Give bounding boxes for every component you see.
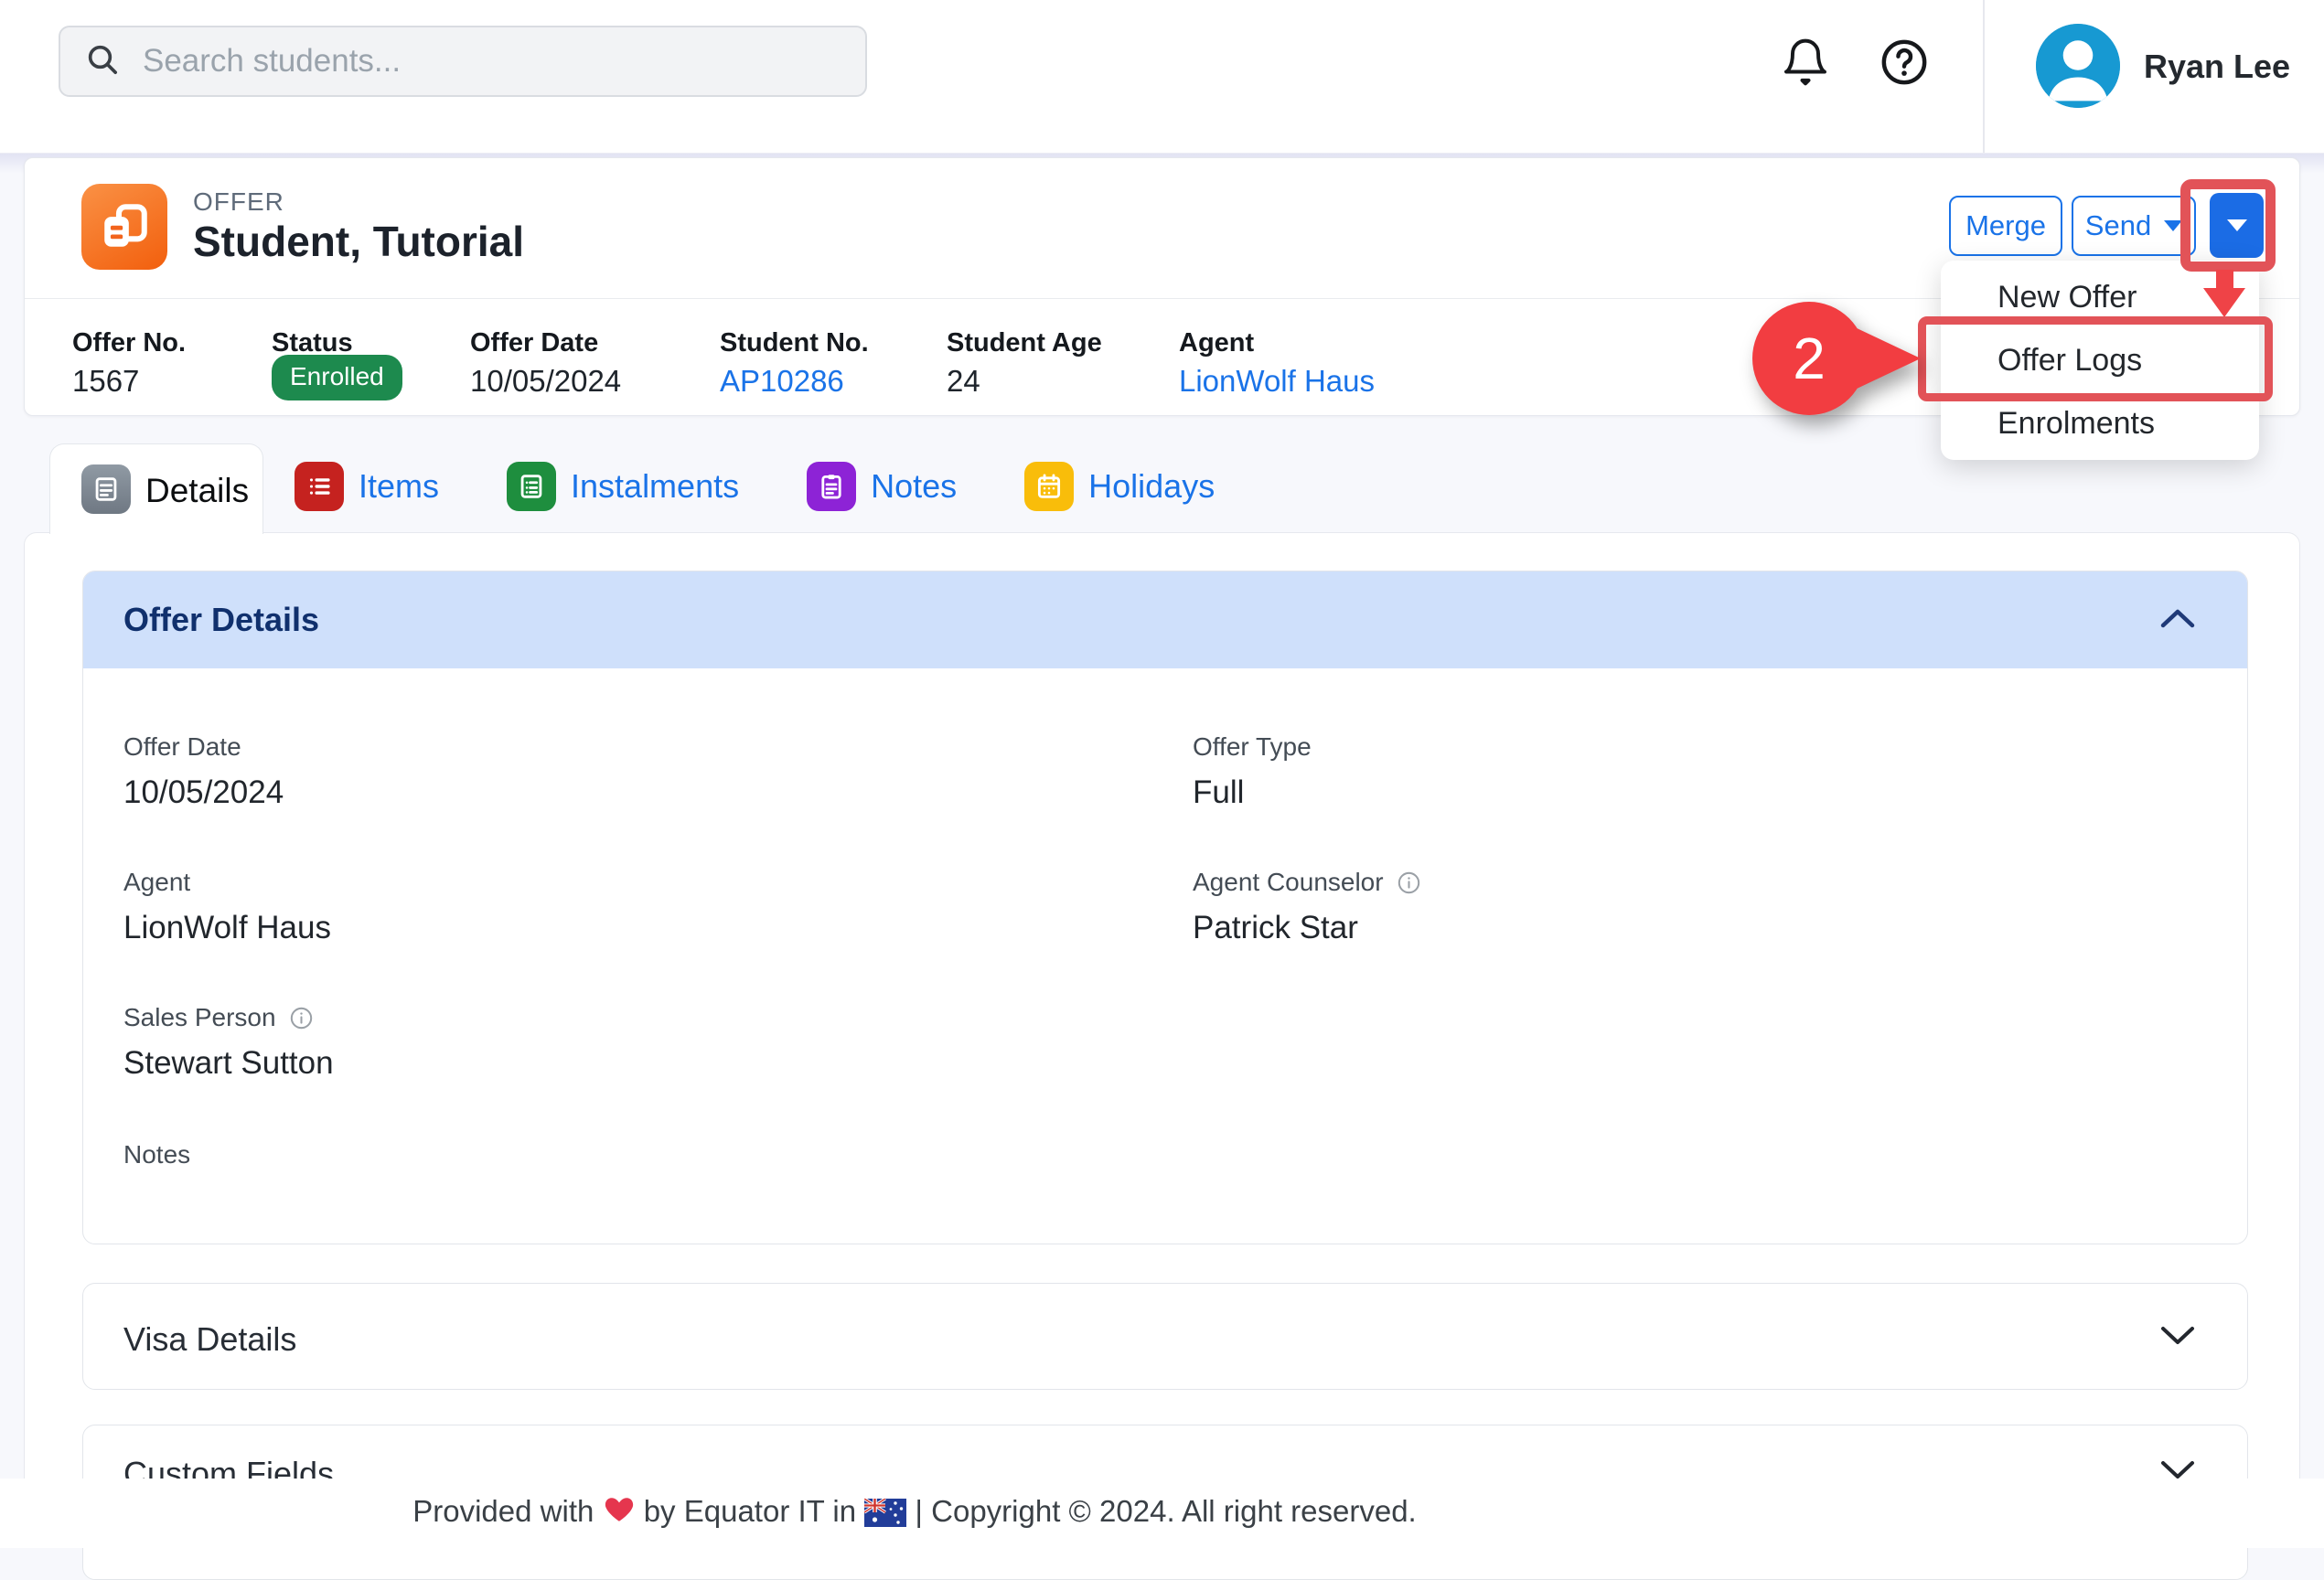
student-search-box[interactable]	[59, 26, 867, 97]
holidays-tab-icon	[1024, 462, 1074, 511]
notes-label: Notes	[123, 1140, 190, 1169]
items-tab-icon	[295, 462, 344, 511]
offer-details-panel: Offer Details Offer Date 10/05/2024 Offe…	[82, 571, 2248, 1244]
annotation-highlight-offer-logs	[1918, 316, 2273, 401]
tab-holidays-label: Holidays	[1088, 467, 1215, 506]
search-icon	[84, 41, 121, 82]
details-tab-icon	[81, 464, 131, 514]
status-badge: Enrolled	[272, 355, 402, 400]
user-name[interactable]: Ryan Lee	[2144, 48, 2290, 86]
agent-link[interactable]: LionWolf Haus	[1179, 364, 1375, 399]
topbar: Ryan Lee	[0, 0, 2324, 154]
annotation-arrow-head-icon	[2203, 288, 2245, 317]
notes-tab-icon	[807, 462, 856, 511]
footer-text: Provided with by Equator IT in	[0, 1494, 1829, 1529]
student-no-link[interactable]: AP10286	[720, 364, 844, 399]
offer-date-value: 10/05/2024	[123, 774, 284, 811]
offer-details-title: Offer Details	[123, 601, 319, 639]
tab-instalments[interactable]: Instalments	[507, 462, 739, 511]
offer-date-label: Offer Date	[123, 732, 241, 762]
search-input[interactable]	[143, 43, 841, 80]
australia-flag-icon	[864, 1494, 915, 1528]
offer-details-panel-header[interactable]: Offer Details	[83, 571, 2247, 668]
tab-notes-label: Notes	[871, 467, 957, 506]
info-value: 10/05/2024	[470, 364, 621, 399]
visa-details-panel[interactable]: Visa Details	[82, 1283, 2248, 1390]
tab-items[interactable]: Items	[295, 462, 439, 511]
status-badge-label: Enrolled	[272, 355, 402, 400]
footer: Provided with by Equator IT in	[0, 1479, 2324, 1548]
info-icon[interactable]	[1397, 870, 1421, 895]
tab-strip: Items Instalments Notes	[295, 462, 1215, 511]
visa-details-title: Visa Details	[123, 1320, 296, 1359]
chevron-down-icon[interactable]	[2159, 1324, 2196, 1352]
heart-icon	[603, 1494, 644, 1528]
menu-item-enrolments[interactable]: Enrolments	[1941, 392, 2259, 455]
info-label: Offer Date	[470, 328, 598, 358]
sales-person-label: Sales Person	[123, 1003, 314, 1032]
send-button-label: Send	[2085, 209, 2151, 242]
info-icon[interactable]	[289, 1006, 314, 1030]
tab-instalments-label: Instalments	[571, 467, 739, 506]
tab-details-label: Details	[145, 472, 249, 510]
info-label: Student Age	[947, 328, 1102, 358]
info-label: Offer No.	[72, 328, 186, 358]
annotation-highlight-dropdown-button	[2180, 179, 2276, 272]
agent-label: Agent	[123, 868, 190, 897]
help-icon[interactable]	[1877, 35, 1932, 90]
merge-button-label: Merge	[1965, 209, 2046, 242]
entity-kicker: OFFER	[193, 187, 284, 217]
offer-type-value: Full	[1193, 774, 1244, 811]
page-title: Student, Tutorial	[193, 217, 524, 266]
info-value: 24	[947, 364, 980, 399]
merge-button[interactable]: Merge	[1949, 196, 2062, 256]
annotation-step-balloon: 2	[1752, 302, 1926, 415]
notifications-bell-icon[interactable]	[1778, 31, 1833, 93]
topbar-divider	[1983, 0, 1985, 153]
agent-value-link[interactable]: LionWolf Haus	[123, 910, 331, 946]
annotation-arrow-shaft	[2216, 270, 2233, 290]
chevron-up-icon[interactable]	[2159, 606, 2196, 635]
tab-notes[interactable]: Notes	[807, 462, 957, 511]
step-number: 2	[1793, 325, 1826, 392]
tab-holidays[interactable]: Holidays	[1024, 462, 1215, 511]
footer-provided-prefix: Provided with	[412, 1494, 594, 1528]
offer-type-label: Offer Type	[1193, 732, 1312, 762]
user-avatar[interactable]	[2036, 24, 2120, 108]
agent-counselor-value: Patrick Star	[1193, 910, 1358, 946]
balloon-pointer-icon	[1853, 326, 1921, 390]
tab-details[interactable]: Details	[49, 443, 263, 534]
step-number-circle: 2	[1752, 302, 1866, 415]
offer-entity-icon	[81, 184, 167, 270]
footer-provided-middle: by Equator IT in	[644, 1494, 856, 1528]
footer-copyright: | Copyright © 2024. All right reserved.	[915, 1494, 1416, 1528]
info-label: Student No.	[720, 328, 869, 358]
tab-items-label: Items	[359, 467, 439, 506]
info-label: Agent	[1179, 328, 1254, 358]
agent-counselor-label: Agent Counselor	[1193, 868, 1421, 897]
sales-person-value: Stewart Sutton	[123, 1045, 334, 1082]
info-value: 1567	[72, 364, 139, 399]
instalments-tab-icon	[507, 462, 556, 511]
send-button[interactable]: Send	[2072, 196, 2196, 256]
